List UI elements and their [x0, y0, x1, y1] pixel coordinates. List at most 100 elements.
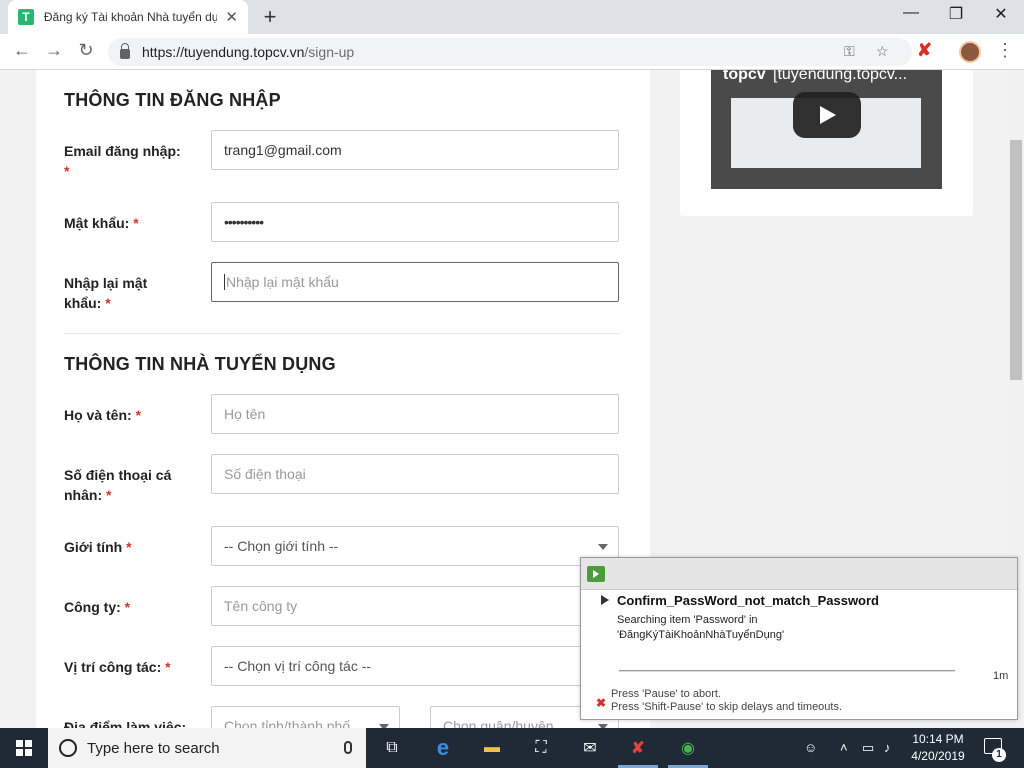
position-label-text: Vị trí công tác:: [64, 659, 162, 675]
test-status: Searching item 'Password' in 'ĐăngKýTàiK…: [617, 613, 997, 643]
required-mark: *: [64, 163, 70, 179]
reload-icon[interactable]: ↻: [74, 40, 98, 61]
required-mark: *: [126, 539, 132, 555]
bookmark-star-icon[interactable]: ☆: [876, 43, 889, 60]
system-clock[interactable]: 10:14 PM 4/20/2019: [902, 731, 974, 765]
windows-logo-icon: [16, 740, 32, 756]
topcv-favicon-icon: T: [18, 9, 34, 25]
scrollbar-thumb[interactable]: [1010, 140, 1022, 380]
shift-pause-hint: Press 'Shift-Pause' to skip delays and t…: [611, 701, 843, 713]
required-mark: *: [165, 659, 171, 675]
task-view-icon[interactable]: ⧉: [380, 736, 404, 760]
chrome-menu-icon[interactable]: ⋮: [996, 40, 1014, 61]
new-tab-button[interactable]: +: [258, 4, 282, 30]
tab-strip: T Đăng ký Tài khoản Nhà tuyển dụng ✕ + —…: [0, 0, 1024, 34]
popup-hints: Press 'Pause' to abort. Press 'Shift-Pau…: [611, 688, 842, 714]
ranorex-extension-icon[interactable]: ✘: [917, 40, 932, 61]
timeout-progress-bar: [619, 670, 955, 672]
confirm-password-placeholder: Nhập lại mật khẩu: [226, 274, 339, 290]
test-case-name: Confirm_PassWord_not_match_Password: [617, 593, 879, 608]
password-label: Mật khẩu: *: [64, 213, 184, 233]
microphone-icon[interactable]: [344, 741, 352, 754]
taskbar-search-text: Type here to search: [87, 739, 220, 757]
video-channel-logo: topcv: [723, 70, 766, 83]
expand-triangle-icon[interactable]: [601, 595, 609, 605]
network-icon[interactable]: ▭: [862, 740, 874, 756]
phone-field[interactable]: Số điện thoại: [211, 454, 619, 494]
address-bar[interactable]: https://tuyendung.topcv.vn/sign-up ⚿ ☆: [108, 38, 912, 66]
start-button[interactable]: [0, 728, 48, 768]
notification-count-badge: 1: [992, 748, 1006, 762]
browser-tab[interactable]: T Đăng ký Tài khoản Nhà tuyển dụng ✕: [8, 0, 248, 34]
key-icon[interactable]: ⚿: [844, 43, 855, 60]
browser-toolbar: ← → ↻ https://tuyendung.topcv.vn/sign-up…: [0, 34, 1024, 70]
intro-video[interactable]: topcv [tuyendung.topcv...: [711, 70, 942, 189]
required-mark: *: [105, 295, 111, 311]
ranorex-taskbar-icon[interactable]: ✘: [626, 736, 650, 760]
required-mark: *: [124, 599, 131, 615]
employer-section-title: THÔNG TIN NHÀ TUYỂN DỤNG: [64, 354, 336, 374]
signup-form-card: THÔNG TIN ĐĂNG NHẬP Email đăng nhập: * tr…: [36, 70, 650, 728]
windows-taskbar: Type here to search ⧉ e ▬ ⛶ ✉ ✘ ◉ ☺ ˄ ▭ …: [0, 728, 1024, 768]
email-label: Email đăng nhập: *: [64, 141, 184, 181]
confirm-password-field[interactable]: Nhập lại mật khẩu: [211, 262, 619, 302]
lock-icon[interactable]: [120, 42, 130, 59]
full-name-label: Họ và tên: *: [64, 405, 184, 425]
gender-label: Giới tính *: [64, 537, 184, 557]
taskbar-search-box[interactable]: Type here to search: [48, 728, 366, 768]
abort-icon: ✖: [596, 696, 607, 710]
close-window-button[interactable]: ✕: [978, 4, 1024, 24]
volume-icon[interactable]: ♪: [884, 740, 891, 755]
edge-icon[interactable]: e: [431, 735, 455, 760]
video-title[interactable]: [tuyendung.topcv...: [773, 70, 907, 84]
password-field[interactable]: ••••••••••: [211, 202, 619, 242]
tab-close-icon[interactable]: ✕: [225, 8, 238, 26]
url-path: /sign-up: [304, 44, 355, 60]
mail-icon[interactable]: ✉: [578, 736, 602, 760]
minimize-button[interactable]: —: [888, 4, 934, 22]
maximize-button[interactable]: ❐: [933, 4, 979, 24]
required-mark: *: [106, 487, 112, 503]
url-text[interactable]: https://tuyendung.topcv.vn/sign-up: [142, 44, 354, 60]
cortana-icon: [59, 739, 77, 757]
profile-avatar[interactable]: [959, 41, 981, 63]
login-section-title: THÔNG TIN ĐĂNG NHẬP: [64, 90, 281, 110]
section-divider: [64, 333, 619, 334]
forward-arrow-icon[interactable]: →: [42, 40, 66, 61]
status-line-1: Searching item 'Password' in: [617, 614, 758, 626]
company-label: Công ty: *: [64, 597, 184, 617]
district-placeholder: Chọn quận/huyện: [443, 718, 554, 728]
province-placeholder: Chọn tỉnh/thành phố: [224, 718, 351, 728]
back-arrow-icon[interactable]: ←: [10, 40, 34, 61]
position-selected-value: -- Chọn vị trí công tác --: [224, 658, 372, 674]
password-label-text: Mật khẩu:: [64, 215, 130, 231]
popup-header: [581, 558, 1017, 590]
tab-title: Đăng ký Tài khoản Nhà tuyển dụng: [43, 10, 218, 24]
people-icon[interactable]: ☺: [804, 740, 817, 755]
email-field[interactable]: trang1@gmail.com: [211, 130, 619, 170]
play-button-icon[interactable]: [793, 92, 861, 138]
chevron-down-icon: [598, 544, 608, 550]
store-icon[interactable]: ⛶: [529, 736, 553, 760]
full-name-placeholder: Họ tên: [224, 406, 266, 422]
location-label: Địa điểm làm việc:: [64, 719, 187, 728]
text-caret: [224, 274, 225, 290]
gender-select[interactable]: -- Chọn giới tính --: [211, 526, 619, 566]
file-explorer-icon[interactable]: ▬: [480, 736, 504, 760]
company-field[interactable]: Tên công ty: [211, 586, 619, 626]
phone-placeholder: Số điện thoại: [224, 466, 306, 482]
tray-chevron-up-icon[interactable]: ˄: [840, 740, 848, 755]
full-name-field[interactable]: Họ tên: [211, 394, 619, 434]
confirm-password-label: Nhập lại mật khẩu: *: [64, 273, 159, 313]
required-mark: *: [135, 407, 142, 423]
company-label-text: Công ty:: [64, 599, 121, 615]
clock-time: 10:14 PM: [912, 732, 964, 746]
position-label: Vị trí công tác: *: [64, 657, 204, 677]
province-select[interactable]: Chọn tỉnh/thành phố: [211, 706, 400, 728]
email-label-text: Email đăng nhập:: [64, 143, 181, 159]
elapsed-time: 1m: [993, 670, 1009, 682]
url-host: https://tuyendung.topcv.vn: [142, 44, 305, 60]
chrome-icon[interactable]: ◉: [676, 736, 700, 760]
position-select[interactable]: -- Chọn vị trí công tác --: [211, 646, 619, 686]
status-line-2: 'ĐăngKýTàiKhoảnNhàTuyểnDụng': [617, 629, 785, 641]
